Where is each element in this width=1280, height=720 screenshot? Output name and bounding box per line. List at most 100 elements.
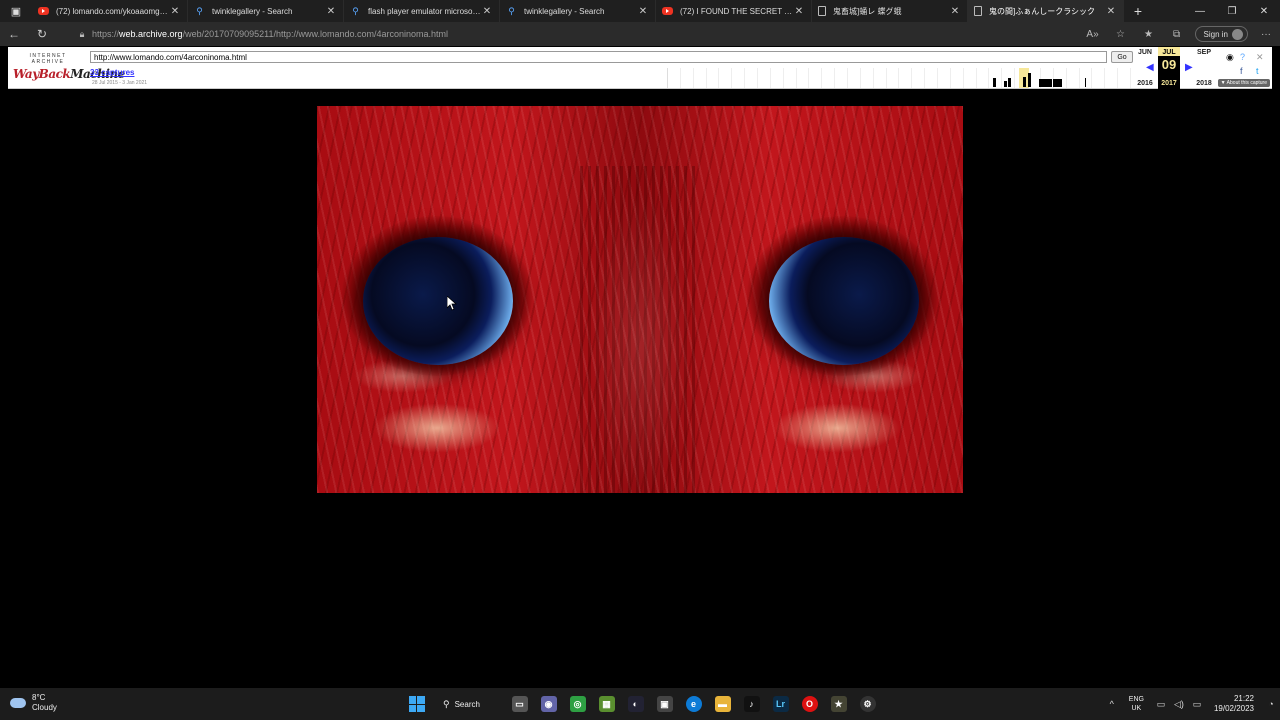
capture-range: 28 Jul 2015 - 3 Jan 2021 <box>92 80 148 86</box>
tab-6-active[interactable]: 鬼の間]ふぁんしークラシック ✕ <box>968 0 1124 22</box>
start-button[interactable] <box>402 688 431 720</box>
minecraft-icon[interactable]: ▦ <box>592 688 621 720</box>
wayback-url-input[interactable] <box>90 51 1107 63</box>
battery-icon[interactable]: ▭ <box>1188 699 1206 710</box>
close-icon[interactable]: ✕ <box>481 6 493 17</box>
sparkline-cell <box>681 68 694 88</box>
go-button[interactable]: Go <box>1111 51 1133 63</box>
sign-in-label: Sign in <box>1203 29 1228 39</box>
sparkline-cell <box>874 68 887 88</box>
captures-link[interactable]: 33 captures <box>90 68 134 77</box>
tab-1[interactable]: ⚲ twinklegallery - Search ✕ <box>188 0 344 22</box>
language-indicator[interactable]: ENG UK <box>1129 695 1144 713</box>
favorites-icon[interactable]: ★ <box>1135 29 1163 40</box>
about-capture-button[interactable]: ▼ About this capture <box>1217 79 1270 87</box>
collections-icon[interactable]: ⧉ <box>1163 29 1191 40</box>
app-icon[interactable]: ◐ <box>621 688 650 720</box>
window-controls: — ❐ ✕ <box>1184 0 1280 22</box>
close-toolbar-icon[interactable]: ✕ <box>1256 52 1264 63</box>
next-month: SEP <box>1196 49 1211 56</box>
taskbar-search[interactable]: ⚲ Search <box>435 694 501 714</box>
wayback-logo[interactable]: INTERNET ARCHIVE WayBackMachine <box>13 53 125 83</box>
more-menu-icon[interactable]: ··· <box>1252 29 1280 40</box>
twitter-icon[interactable]: t <box>1256 66 1259 76</box>
xbox-icon[interactable]: ◎ <box>563 688 592 720</box>
tab-0[interactable]: (72) lomando.com/ykoaaomgoas ✕ <box>32 0 188 22</box>
next-arrow-icon[interactable]: ▶ <box>1185 62 1193 73</box>
sparkline-cell <box>848 68 861 88</box>
facebook-icon[interactable]: f <box>1240 66 1243 76</box>
sparkline-cell <box>1092 68 1106 88</box>
opera-icon[interactable]: O <box>795 688 824 720</box>
sparkline-cell <box>784 68 797 88</box>
new-tab-button[interactable]: + <box>1124 0 1152 22</box>
sparkline-cell <box>809 68 823 88</box>
tab-2[interactable]: ⚲ flash player emulator microsoft e ✕ <box>344 0 500 22</box>
page-icon <box>818 6 826 16</box>
logo-way: WayBack <box>13 67 71 81</box>
file-explorer-icon[interactable]: ▬ <box>708 688 737 720</box>
sign-in-button[interactable]: Sign in <box>1194 26 1248 42</box>
url-path: /web/20170709095211/http://www.lomando.c… <box>182 29 449 39</box>
close-icon[interactable]: ✕ <box>793 6 805 17</box>
clock-date: 19/02/2023 <box>1213 704 1254 713</box>
tab-actions-icon[interactable]: ▣ <box>0 0 32 22</box>
url-field[interactable]: 🔒︎ https://web.archive.org/web/201707090… <box>72 24 1122 44</box>
close-icon[interactable]: ✕ <box>325 6 337 17</box>
tiktok-icon[interactable]: ♪ <box>737 688 766 720</box>
lightroom-icon[interactable]: Lr <box>766 688 795 720</box>
close-icon[interactable]: ✕ <box>637 6 649 17</box>
capture-bar <box>1039 79 1052 87</box>
close-icon[interactable]: ✕ <box>169 6 181 17</box>
page-icon <box>974 6 982 16</box>
edge-icon[interactable]: e <box>679 688 708 720</box>
next-capture-month[interactable]: SEP 2018 <box>1193 47 1215 89</box>
back-button[interactable]: ← <box>0 22 28 46</box>
account-icon[interactable]: ◉ <box>1226 52 1234 63</box>
lock-icon[interactable]: 🔒︎ <box>72 29 92 40</box>
refresh-button[interactable]: ↻ <box>28 22 56 46</box>
minimize-icon[interactable]: — <box>1184 0 1216 22</box>
restore-icon[interactable]: ❐ <box>1216 0 1248 22</box>
sparkline-cell <box>1118 68 1131 88</box>
store-icon[interactable]: ▣ <box>650 688 679 720</box>
steam-icon[interactable]: ⚙ <box>853 688 882 720</box>
add-favorite-icon[interactable]: ☆ <box>1107 29 1135 40</box>
tab-4[interactable]: (72) I FOUND THE SECRET MAZE✕ <box>656 0 812 22</box>
lang-top: ENG <box>1128 696 1144 703</box>
current-day: 09 <box>1161 57 1177 72</box>
sparkline-cell <box>938 68 951 88</box>
weather-widget[interactable]: 8°C Cloudy <box>10 693 57 713</box>
sparkline-cell <box>899 68 913 88</box>
read-aloud-icon[interactable]: A» <box>1079 29 1107 40</box>
url-scheme: https:// <box>92 29 120 39</box>
volume-icon[interactable]: ◁) <box>1170 699 1188 710</box>
chevron-up-icon[interactable]: ^ <box>1103 699 1121 709</box>
notifications-icon[interactable]: ◔ <box>1262 699 1280 709</box>
sparkline-cell <box>822 68 836 88</box>
tab-3[interactable]: ⚲ twinklegallery - Search ✕ <box>500 0 656 22</box>
clock-time: 21:22 <box>1233 694 1254 703</box>
clock[interactable]: 21:22 19/02/2023 <box>1214 694 1254 714</box>
right-eye <box>769 237 919 365</box>
flash-animation[interactable] <box>317 106 963 493</box>
prev-arrow-icon[interactable]: ◀ <box>1146 62 1154 73</box>
help-icon[interactable]: ? <box>1240 52 1245 62</box>
sparkline-cell <box>964 68 977 88</box>
close-icon[interactable]: ✕ <box>949 6 961 17</box>
star-app-icon[interactable]: ★ <box>824 688 853 720</box>
sparkline-cell <box>758 68 771 88</box>
capture-sparkline[interactable] <box>667 68 1131 88</box>
sparkline-cell <box>1067 68 1080 88</box>
search-icon: ⚲ <box>508 5 515 16</box>
tab-title: (72) lomando.com/ykoaaomgoas <box>56 6 169 16</box>
capture-bar <box>993 78 996 87</box>
close-icon[interactable]: ✕ <box>1105 6 1117 17</box>
tab-title: 鬼畜城]蛹レ 蝶グ蛾 <box>833 6 902 16</box>
task-view-icon[interactable]: ▭ <box>505 688 534 720</box>
network-icon[interactable]: ▭ <box>1152 699 1170 710</box>
search-label: Search <box>454 699 480 709</box>
chat-icon[interactable]: ◉ <box>534 688 563 720</box>
close-window-icon[interactable]: ✕ <box>1248 0 1280 22</box>
tab-5[interactable]: 鬼畜城]蛹レ 蝶グ蛾 ✕ <box>812 0 968 22</box>
